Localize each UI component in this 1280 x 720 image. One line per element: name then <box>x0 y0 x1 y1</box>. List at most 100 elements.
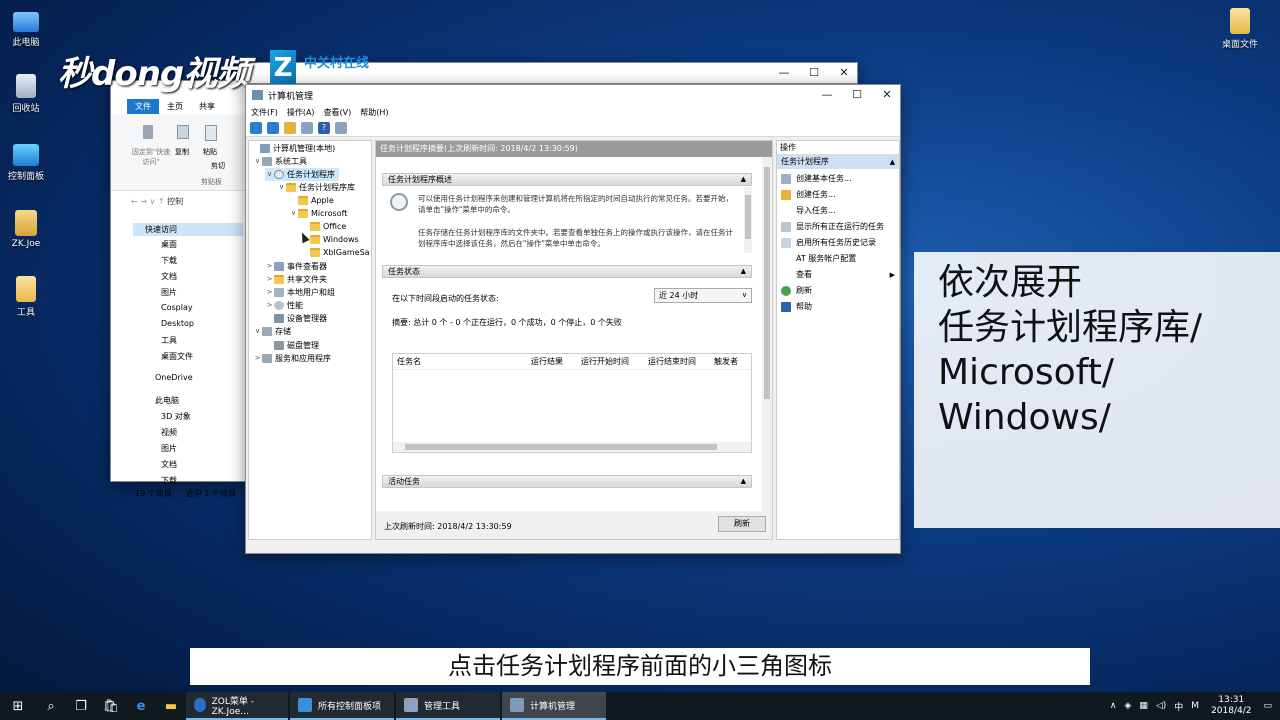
menu-help[interactable]: 帮助(H) <box>360 107 388 118</box>
paste-button[interactable]: 粘贴 <box>203 147 217 157</box>
ime-mode[interactable]: M <box>1191 701 1199 711</box>
desktop-icon-recycle-bin[interactable]: 回收站 <box>0 74 56 114</box>
nav-item[interactable]: 3D 对象 <box>161 411 191 422</box>
tree-system-tools[interactable]: ∨ 系统工具 <box>253 155 307 168</box>
maximize-icon[interactable]: ☐ <box>799 63 829 83</box>
input-lang[interactable]: 中 <box>1174 700 1183 713</box>
nav-item[interactable]: 桌面文件 <box>161 351 193 362</box>
help-icon[interactable]: ? <box>318 122 330 134</box>
nav-item[interactable]: 此电脑 <box>155 395 179 406</box>
pin-quick-access-button[interactable]: 固定到"快速访问" <box>131 147 171 167</box>
col-task-name[interactable]: 任务名 <box>397 354 421 370</box>
col-trigger[interactable]: 触发者 <box>714 354 738 370</box>
store-icon[interactable]: 🛍 <box>96 692 126 720</box>
table-hscrollbar[interactable] <box>393 442 751 452</box>
col-run-start[interactable]: 运行开始时间 <box>581 354 629 370</box>
close-icon[interactable]: ✕ <box>829 63 859 83</box>
search-icon[interactable]: ⌕ <box>36 692 66 720</box>
action-create-task[interactable]: 创建任务... <box>781 187 836 203</box>
clock[interactable]: 13:31 2018/4/2 <box>1211 695 1251 717</box>
tray-chevron-icon[interactable]: ∧ <box>1110 701 1117 711</box>
task-view-icon[interactable]: ❐ <box>66 692 96 720</box>
nav-item-quick-access[interactable]: 快速访问 <box>133 223 243 236</box>
tree-folder-microsoft[interactable]: ∨ Microsoft <box>289 207 347 220</box>
ribbon-tab-home[interactable]: 主页 <box>159 99 191 114</box>
menu-file[interactable]: 文件(F) <box>251 107 278 118</box>
desktop-icon-tools[interactable]: 工具 <box>0 276 56 318</box>
task-item-zol[interactable]: ZOL菜单 - ZK.Joe... <box>186 692 288 720</box>
status-period-select[interactable]: 近 24 小时 ∨ <box>654 288 752 303</box>
tree-local-users[interactable]: > 本地用户和组 <box>265 286 335 299</box>
nav-item[interactable]: 视频 <box>161 427 177 438</box>
task-item-admin-tools[interactable]: 管理工具 <box>396 692 500 720</box>
tree-task-scheduler[interactable]: ∨ 任务计划程序 <box>265 168 339 181</box>
scrollbar-thumb[interactable] <box>745 195 751 239</box>
windows-start-icon[interactable]: ⊞ <box>0 692 36 720</box>
nav-arrows[interactable]: ← → ∨ ↑ <box>131 197 167 206</box>
active-tasks-section-header[interactable]: 活动任务 ▲ <box>382 475 752 488</box>
properties-icon[interactable] <box>335 122 347 134</box>
back-arrow-icon[interactable] <box>250 122 262 134</box>
refresh-button[interactable]: 刷新 <box>718 516 766 532</box>
ribbon-tab-file[interactable]: 文件 <box>127 99 159 114</box>
nav-item[interactable]: Cosplay <box>161 303 193 312</box>
tree-root[interactable]: 计算机管理(本地) <box>251 142 335 155</box>
menu-action[interactable]: 操作(A) <box>287 107 315 118</box>
computer-management-window[interactable]: 计算机管理 — ☐ ✕ 文件(F) 操作(A) 查看(V) 帮助(H) ? 计算… <box>245 84 901 554</box>
task-item-control-panel[interactable]: 所有控制面板项 <box>290 692 394 720</box>
nav-item[interactable]: OneDrive <box>155 373 193 382</box>
nav-item[interactable]: 工具 <box>161 335 177 346</box>
overview-section-header[interactable]: 任务计划程序概述 ▲ <box>382 173 752 186</box>
minimize-icon[interactable]: — <box>812 85 842 105</box>
actions-group-header[interactable]: 任务计划程序 ▲ <box>777 155 899 169</box>
tree-task-library[interactable]: ∨ 任务计划程序库 <box>277 181 355 194</box>
action-create-basic-task[interactable]: 创建基本任务... <box>781 171 852 187</box>
task-item-computer-management[interactable]: 计算机管理 <box>502 692 606 720</box>
network-icon[interactable]: ▦ <box>1139 701 1148 711</box>
tree-folder-office[interactable]: Office <box>301 220 346 233</box>
maximize-icon[interactable]: ☐ <box>842 85 872 105</box>
menu-view[interactable]: 查看(V) <box>324 107 352 118</box>
overview-scrollbar[interactable] <box>744 187 752 253</box>
nav-item[interactable]: 下载 <box>161 475 177 486</box>
tree-storage[interactable]: ∨ 存储 <box>253 325 291 338</box>
desktop-icon-this-pc[interactable]: 此电脑 <box>0 8 56 48</box>
nav-item[interactable]: 图片 <box>161 443 177 454</box>
nav-item[interactable]: 文档 <box>161 459 177 470</box>
minimize-icon[interactable]: — <box>769 63 799 83</box>
forward-arrow-icon[interactable] <box>267 122 279 134</box>
nav-item[interactable]: 桌面 <box>161 239 177 250</box>
tree-shared-folders[interactable]: > 共享文件夹 <box>265 273 327 286</box>
action-at-service-config[interactable]: AT 服务帐户配置 <box>781 251 856 267</box>
scrollbar-thumb[interactable] <box>405 444 717 450</box>
desktop-icon-user[interactable]: ZK.Joe <box>0 210 56 249</box>
scrollbar-thumb[interactable] <box>764 167 770 399</box>
action-import-task[interactable]: 导入任务... <box>781 203 836 219</box>
tree-folder-apple[interactable]: Apple <box>289 194 334 207</box>
tree-folder-xblgamesave[interactable]: XblGameSa <box>301 246 370 259</box>
address-bar[interactable]: ← → ∨ ↑ 控制 <box>131 195 251 209</box>
desktop-icon-control-panel[interactable]: 控制面板 <box>0 144 56 182</box>
show-hide-tree-icon[interactable] <box>301 122 313 134</box>
notification-icon[interactable]: ▭ <box>1263 701 1272 711</box>
col-run-result[interactable]: 运行结果 <box>531 354 563 370</box>
tree-services-apps[interactable]: > 服务和应用程序 <box>253 352 331 365</box>
action-view[interactable]: 查看 ▶ <box>781 267 897 283</box>
tree-disk-management[interactable]: 磁盘管理 <box>265 339 319 352</box>
file-explorer-icon[interactable]: ▬ <box>156 692 186 720</box>
center-scrollbar[interactable] <box>762 157 772 511</box>
copy-button[interactable]: 复制 <box>175 147 189 157</box>
nav-item[interactable]: 图片 <box>161 287 177 298</box>
explorer-window[interactable]: 文件 主页 共享 固定到"快速访问" 复制 粘贴 剪切 剪贴板 ← → ∨ ↑ … <box>110 80 251 498</box>
nav-item[interactable]: 下载 <box>161 255 177 266</box>
volume-icon[interactable]: ◁) <box>1156 701 1166 711</box>
close-icon[interactable]: ✕ <box>872 85 902 105</box>
window-titlebar[interactable]: 计算机管理 <box>246 85 900 105</box>
cut-button[interactable]: 剪切 <box>211 161 225 171</box>
tree-event-viewer[interactable]: > 事件查看器 <box>265 260 327 273</box>
action-refresh[interactable]: 刷新 <box>781 283 812 299</box>
desktop-icon-desktop-files[interactable]: 桌面文件 <box>1210 8 1270 50</box>
nav-item[interactable]: Desktop <box>161 319 194 328</box>
edge-icon[interactable]: e <box>126 692 156 720</box>
col-run-end[interactable]: 运行结束时间 <box>648 354 696 370</box>
